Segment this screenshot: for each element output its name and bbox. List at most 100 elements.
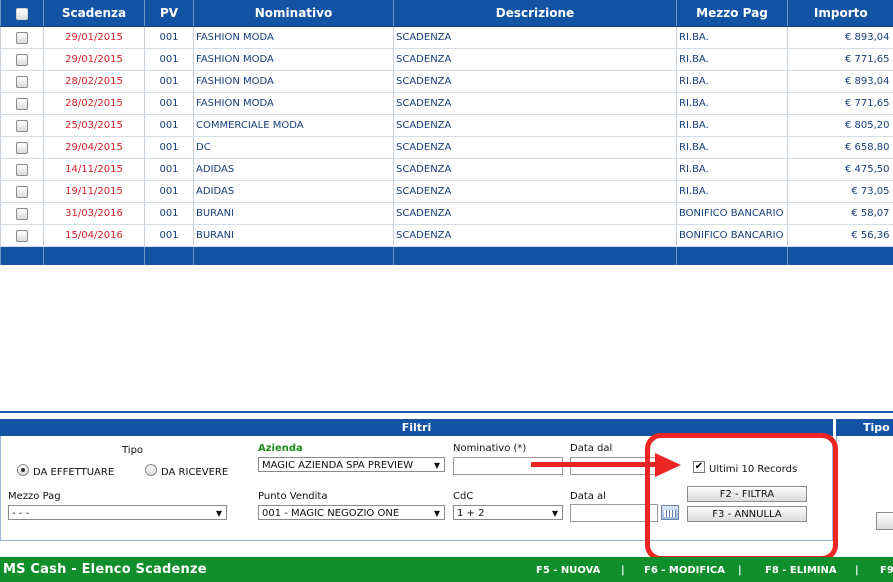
cell-descrizione: SCADENZA: [393, 92, 677, 115]
cell-nominativo: DC: [193, 136, 394, 159]
f9-button[interactable]: F9: [880, 565, 893, 576]
table-row[interactable]: 29/01/2015 001 FASHION MODA SCADENZA RI.…: [0, 26, 893, 49]
cell-importo: € 771,65: [787, 48, 893, 71]
table-row[interactable]: 15/04/2016 001 BURANI SCADENZA BONIFICO …: [0, 224, 893, 247]
row-checkbox[interactable]: [0, 92, 44, 115]
column-header-nominativo[interactable]: Nominativo: [193, 0, 394, 27]
row-checkbox[interactable]: [0, 26, 44, 49]
cell-pv: 001: [144, 26, 194, 49]
cell-nominativo: BURANI: [193, 202, 394, 225]
row-checkbox[interactable]: [0, 114, 44, 137]
mezzo-pag-select[interactable]: - - - ▼: [8, 505, 227, 520]
cell-pv: 001: [144, 48, 194, 71]
row-checkbox[interactable]: [0, 180, 44, 203]
cell-scadenza: 19/11/2015: [43, 180, 145, 203]
table-header-row: Scadenza PV Nominativo Descrizione Mezzo…: [0, 0, 893, 27]
column-header-pv[interactable]: PV: [144, 0, 194, 27]
azienda-select[interactable]: MAGIC AZIENDA SPA PREVIEW ▼: [258, 457, 445, 472]
cell-descrizione: SCADENZA: [393, 158, 677, 181]
checkbox-icon[interactable]: [16, 229, 28, 242]
chevron-down-icon: ▼: [433, 509, 440, 518]
cell-pv: 001: [144, 158, 194, 181]
cell-nominativo: FASHION MODA: [193, 48, 394, 71]
cell-mezzo-pag: RI.BA.: [676, 70, 788, 93]
chevron-down-icon: ▼: [551, 509, 558, 518]
checkbox-icon[interactable]: [16, 185, 28, 198]
radio-da-ricevere-label[interactable]: DA RICEVERE: [161, 467, 228, 478]
checkbox-icon[interactable]: [16, 75, 28, 88]
column-header-descrizione[interactable]: Descrizione: [393, 0, 677, 27]
cell-descrizione: SCADENZA: [393, 70, 677, 93]
radio-da-effettuare-label[interactable]: DA EFFETTUARE: [33, 467, 114, 478]
table-row[interactable]: 28/02/2015 001 FASHION MODA SCADENZA RI.…: [0, 92, 893, 115]
cell-descrizione: SCADENZA: [393, 114, 677, 137]
checkbox-icon[interactable]: [16, 31, 28, 44]
table-row[interactable]: 14/11/2015 001 ADIDAS SCADENZA RI.BA. € …: [0, 158, 893, 181]
checkbox-icon[interactable]: [16, 7, 28, 20]
f8-elimina-button[interactable]: F8 - ELIMINA: [765, 565, 837, 576]
status-separator: |: [738, 565, 742, 576]
status-bar: MS Cash - Elenco Scadenze F5 - NUOVA | F…: [0, 557, 893, 582]
scadenze-grid: Scadenza PV Nominativo Descrizione Mezzo…: [0, 0, 893, 265]
column-header-scadenza[interactable]: Scadenza: [43, 0, 145, 27]
side-panel-button[interactable]: [876, 512, 893, 530]
cell-mezzo-pag: RI.BA.: [676, 136, 788, 159]
checkbox-icon[interactable]: [16, 141, 28, 154]
table-row[interactable]: 28/02/2015 001 FASHION MODA SCADENZA RI.…: [0, 70, 893, 93]
cell-pv: 001: [144, 180, 194, 203]
cell-importo: € 475,50: [787, 158, 893, 181]
f5-nuova-button[interactable]: F5 - NUOVA: [536, 565, 600, 576]
cell-importo: € 771,65: [787, 92, 893, 115]
radio-da-ricevere[interactable]: [145, 464, 157, 476]
radio-da-effettuare[interactable]: [17, 464, 29, 476]
checkbox-icon[interactable]: [16, 163, 28, 176]
row-checkbox[interactable]: [0, 224, 44, 247]
cell-descrizione: SCADENZA: [393, 202, 677, 225]
row-checkbox[interactable]: [0, 48, 44, 71]
row-checkbox[interactable]: [0, 158, 44, 181]
red-arrow-shaft: [531, 462, 659, 467]
row-checkbox[interactable]: [0, 202, 44, 225]
cell-nominativo: ADIDAS: [193, 158, 394, 181]
checkbox-icon[interactable]: [16, 119, 28, 132]
checkbox-icon[interactable]: [16, 97, 28, 110]
cell-nominativo: BURANI: [193, 224, 394, 247]
f6-modifica-button[interactable]: F6 - MODIFICA: [644, 565, 725, 576]
punto-vendita-select[interactable]: 001 - MAGIC NEGOZIO ONE ▼: [258, 505, 445, 520]
cdc-select[interactable]: 1 + 2 ▼: [453, 505, 563, 520]
column-header-importo[interactable]: Importo: [787, 0, 893, 27]
cell-nominativo: COMMERCIALE MODA: [193, 114, 394, 137]
select-all-checkbox[interactable]: [0, 0, 44, 27]
cell-descrizione: SCADENZA: [393, 224, 677, 247]
cell-pv: 001: [144, 202, 194, 225]
nominativo-label: Nominativo (*): [453, 443, 527, 454]
cell-descrizione: SCADENZA: [393, 136, 677, 159]
checkbox-icon[interactable]: [16, 207, 28, 220]
mezzo-pag-label: Mezzo Pag: [8, 491, 61, 502]
row-checkbox[interactable]: [0, 70, 44, 93]
cell-nominativo: ADIDAS: [193, 180, 394, 203]
cell-pv: 001: [144, 70, 194, 93]
mezzo-pag-select-value: - - -: [12, 508, 30, 519]
table-row[interactable]: 31/03/2016 001 BURANI SCADENZA BONIFICO …: [0, 202, 893, 225]
table-row[interactable]: 29/04/2015 001 DC SCADENZA RI.BA. € 658,…: [0, 136, 893, 159]
cell-mezzo-pag: RI.BA.: [676, 92, 788, 115]
data-al-label: Data al: [570, 491, 606, 502]
table-footer-row: [0, 246, 893, 265]
app-title: MS Cash - Elenco Scadenze: [3, 562, 207, 577]
table-row[interactable]: 29/01/2015 001 FASHION MODA SCADENZA RI.…: [0, 48, 893, 71]
panel-separator: [0, 411, 893, 413]
cell-descrizione: SCADENZA: [393, 26, 677, 49]
row-checkbox[interactable]: [0, 136, 44, 159]
column-header-mezzo-pag[interactable]: Mezzo Pag: [676, 0, 788, 27]
chevron-down-icon: ▼: [433, 461, 440, 470]
checkbox-icon[interactable]: [16, 53, 28, 66]
status-separator: |: [621, 565, 625, 576]
cell-pv: 001: [144, 136, 194, 159]
chevron-down-icon: ▼: [215, 509, 222, 518]
tipo-label: Tipo: [122, 445, 144, 456]
table-row[interactable]: 19/11/2015 001 ADIDAS SCADENZA RI.BA. € …: [0, 180, 893, 203]
tipo-side-header: Tipo: [836, 419, 893, 436]
table-row[interactable]: 25/03/2015 001 COMMERCIALE MODA SCADENZA…: [0, 114, 893, 137]
cell-scadenza: 29/04/2015: [43, 136, 145, 159]
